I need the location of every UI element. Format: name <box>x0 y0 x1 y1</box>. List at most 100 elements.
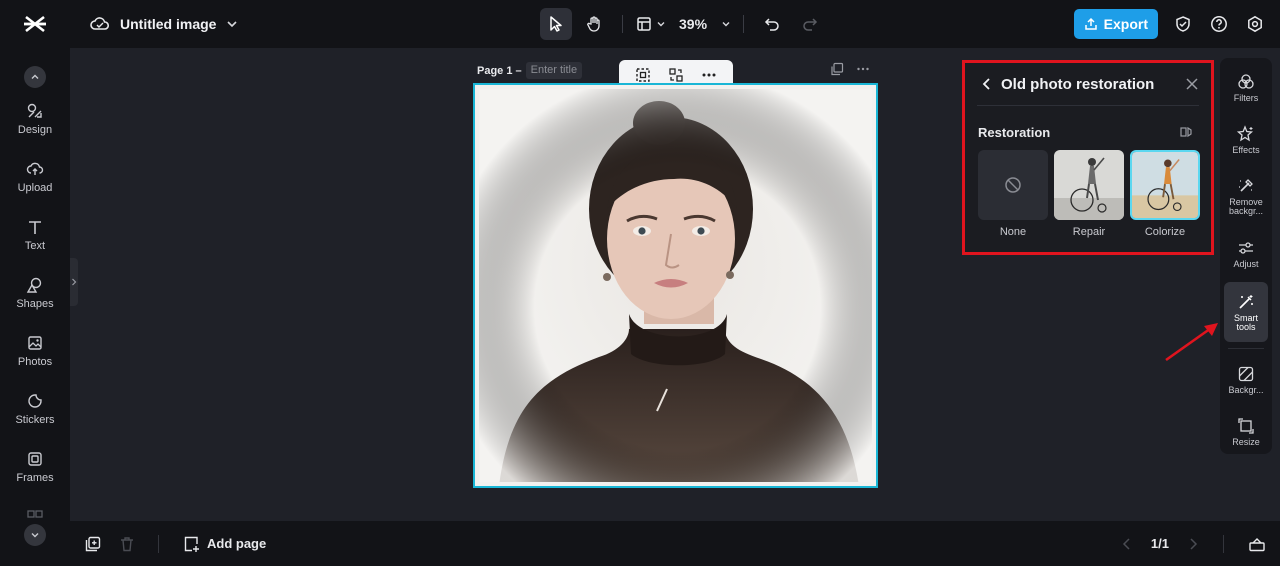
sidebar-item-shapes[interactable]: Shapes <box>0 268 70 318</box>
sidebar-item-stickers[interactable]: Stickers <box>0 384 70 434</box>
right-tool-strip: Filters Effects Remove backgr... Adjust … <box>1220 58 1272 454</box>
scroll-up-button[interactable] <box>24 66 46 88</box>
adjust-icon <box>1239 242 1253 254</box>
frames-icon <box>28 452 42 466</box>
sidebar-item-upload[interactable]: Upload <box>0 152 70 202</box>
option-label: Colorize <box>1144 226 1186 238</box>
old-photo-restoration-panel: Old photo restoration Restoration None R… <box>962 60 1214 255</box>
compare-icon[interactable] <box>1179 125 1193 144</box>
restoration-option-none[interactable]: None <box>978 150 1048 238</box>
header-actions: Export <box>1073 9 1266 39</box>
layout-icon <box>637 17 651 31</box>
tool-divider <box>1228 348 1264 349</box>
shapes-icon <box>26 277 42 293</box>
portrait-photo[interactable] <box>479 89 872 482</box>
toolbar-divider <box>622 15 623 33</box>
help-icon[interactable] <box>1208 13 1230 35</box>
capcut-logo[interactable] <box>0 0 70 48</box>
sidebar-item-frames[interactable]: Frames <box>0 442 70 492</box>
chevron-up-icon <box>31 74 39 79</box>
zoom-level: 39% <box>679 16 708 32</box>
sidebar-item-photos[interactable]: Photos <box>0 326 70 376</box>
add-page-button[interactable]: Add page <box>183 535 266 553</box>
restoration-option-repair[interactable]: Repair <box>1054 150 1124 238</box>
page-title-input[interactable]: Enter title <box>525 62 583 79</box>
close-icon[interactable] <box>1185 77 1199 91</box>
sidebar-item-text[interactable]: Text <box>0 210 70 260</box>
repair-preview-image <box>1054 150 1124 220</box>
chevron-right-icon <box>72 278 77 286</box>
page-label: Page 1 – Enter title <box>477 62 583 79</box>
tool-smart-tools[interactable]: Smart tools <box>1224 282 1268 342</box>
export-label: Export <box>1103 16 1148 32</box>
tool-effects[interactable]: Effects <box>1224 114 1268 166</box>
sidebar-item-label: Stickers <box>15 414 55 426</box>
tool-label: Backgr... <box>1228 385 1264 395</box>
cloud-sync-icon[interactable] <box>90 16 110 32</box>
restoration-option-colorize[interactable]: Colorize <box>1130 150 1200 238</box>
tool-adjust[interactable]: Adjust <box>1224 228 1268 280</box>
undo-button[interactable] <box>756 8 788 40</box>
option-thumbnail <box>1054 150 1124 220</box>
upload-arrow-icon <box>1084 17 1097 30</box>
tool-remove-background[interactable]: Remove backgr... <box>1224 168 1268 224</box>
add-layer-icon[interactable] <box>84 535 102 553</box>
tool-label: Filters <box>1233 93 1259 103</box>
panel-title: Old photo restoration <box>1001 75 1155 93</box>
none-icon <box>1005 177 1021 193</box>
tool-label: Effects <box>1232 145 1260 155</box>
hand-tool-button[interactable] <box>578 8 610 40</box>
add-page-icon <box>184 536 199 552</box>
shield-check-icon[interactable] <box>1172 13 1194 35</box>
page-number-label: Page 1 – <box>477 64 522 77</box>
panel-header: Old photo restoration <box>965 63 1211 105</box>
stickers-icon <box>28 394 42 408</box>
tool-background[interactable]: Backgr... <box>1224 354 1268 406</box>
colorize-preview-image <box>1132 152 1198 218</box>
page-more-icon[interactable] <box>856 62 870 76</box>
crop-select-icon[interactable] <box>635 67 651 83</box>
add-page-label: Add page <box>207 536 267 551</box>
option-thumbnail <box>978 150 1048 220</box>
smart-tools-icon <box>1239 294 1253 309</box>
replace-icon[interactable] <box>668 67 684 83</box>
tool-filters[interactable]: Filters <box>1224 62 1268 114</box>
scroll-down-button[interactable] <box>24 524 46 546</box>
pages-panel-icon[interactable] <box>1248 536 1266 552</box>
top-bar: Untitled image 39% Export <box>0 0 1280 48</box>
tool-label: Resize <box>1232 437 1260 447</box>
sidebar-item-label: Design <box>17 124 53 136</box>
next-page-icon[interactable] <box>1187 537 1199 551</box>
logo-icon <box>24 15 46 33</box>
delete-trash-icon[interactable] <box>118 535 136 553</box>
design-icon <box>27 103 42 118</box>
redo-button[interactable] <box>794 8 826 40</box>
layout-tool-button[interactable] <box>635 8 667 40</box>
export-button[interactable]: Export <box>1073 9 1158 39</box>
zoom-control[interactable]: 39% <box>673 8 731 40</box>
section-title: Restoration <box>978 125 1051 140</box>
canvas-page[interactable] <box>473 83 878 488</box>
sidebar-item-design[interactable]: Design <box>0 94 70 144</box>
effects-icon <box>1237 125 1254 142</box>
chevron-down-icon <box>722 22 730 27</box>
option-label: None <box>999 226 1027 238</box>
option-thumbnail-selected <box>1130 150 1200 220</box>
chevron-down-icon[interactable] <box>226 18 238 30</box>
sidebar-item-label: Photos <box>17 356 53 368</box>
previous-page-icon[interactable] <box>1121 537 1133 551</box>
bottom-divider <box>1223 534 1224 553</box>
page-actions <box>830 62 870 76</box>
redo-icon <box>803 18 818 31</box>
document-title[interactable]: Untitled image <box>120 16 216 32</box>
sidebar-collapse-handle[interactable] <box>70 258 78 306</box>
back-chevron-icon[interactable] <box>981 77 993 91</box>
more-options-icon[interactable] <box>701 67 717 83</box>
bottom-divider <box>158 534 159 553</box>
photos-icon <box>28 336 42 350</box>
tool-resize[interactable]: Resize <box>1224 406 1268 458</box>
settings-gear-icon[interactable] <box>1244 13 1266 35</box>
duplicate-page-icon[interactable] <box>830 62 844 76</box>
sidebar-item-label: Frames <box>16 472 54 484</box>
select-tool-button[interactable] <box>540 8 572 40</box>
